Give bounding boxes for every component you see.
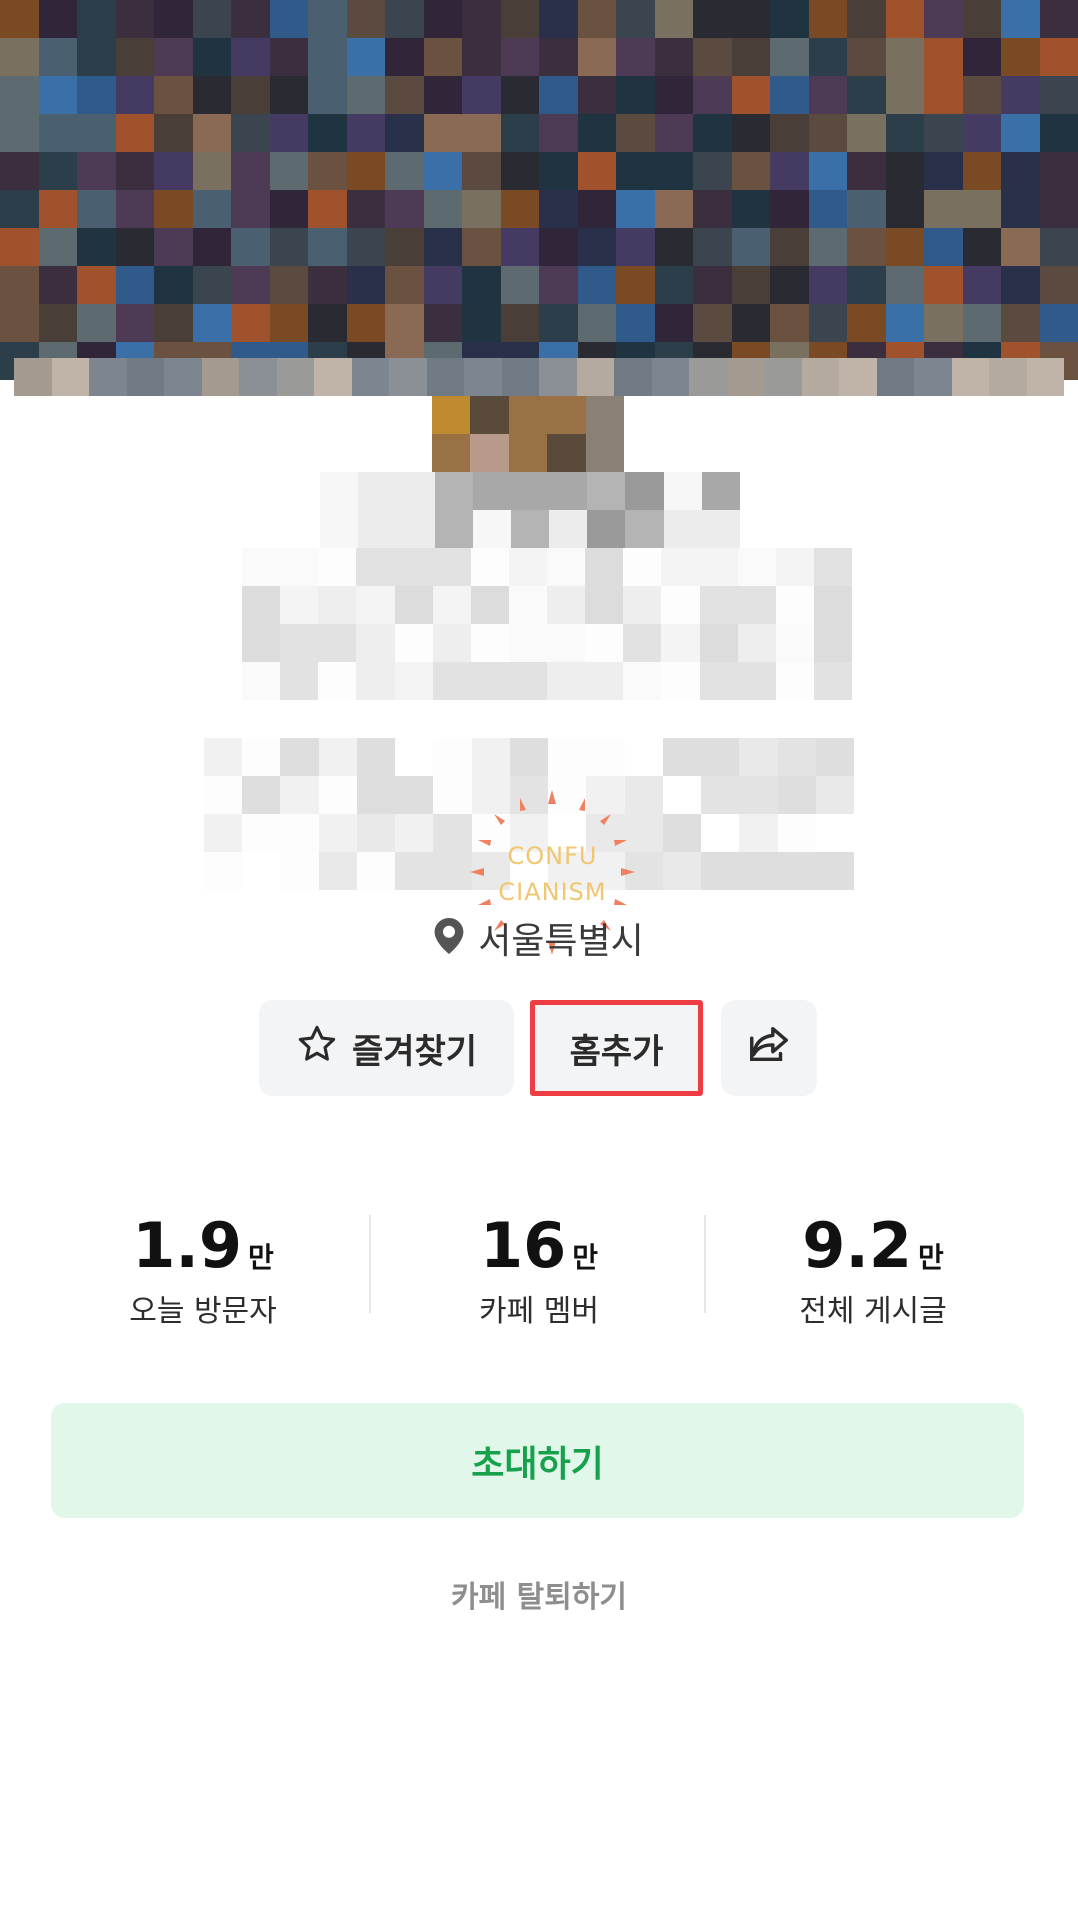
stat-value: 16 <box>479 1209 567 1282</box>
star-icon <box>296 1023 338 1074</box>
share-button[interactable] <box>721 1000 817 1096</box>
leave-cafe-link[interactable]: 카페 탈퇴하기 <box>0 1572 1078 1616</box>
cover-image-pixelated <box>0 0 1078 382</box>
home-add-label: 홈추가 <box>569 1031 664 1072</box>
stat-unit: 만 <box>572 1241 599 1274</box>
stat-today-visitors: 1.9 만 오늘 방문자 <box>38 1210 368 1330</box>
stat-cafe-members: 16 만 카페 멤버 <box>374 1210 704 1330</box>
profile-thumbnail-pixelated <box>432 396 624 472</box>
favorite-label: 즐겨찾기 <box>351 1031 478 1072</box>
map-pin-icon <box>434 918 464 958</box>
watermark-line-1: CONFU <box>507 842 598 870</box>
action-buttons: 즐겨찾기 홈추가 <box>0 1000 1078 1098</box>
invite-button[interactable]: 초대하기 <box>51 1403 1024 1518</box>
home-add-button[interactable]: 홈추가 <box>530 1000 703 1096</box>
stat-label: 전체 게시글 <box>799 1294 947 1329</box>
stat-label: 오늘 방문자 <box>129 1294 277 1329</box>
share-icon <box>746 1021 792 1076</box>
favorite-button[interactable]: 즐겨찾기 <box>259 1000 514 1096</box>
stat-value: 9.2 <box>802 1209 913 1282</box>
stat-unit: 만 <box>248 1241 274 1274</box>
stat-value: 1.9 <box>132 1209 243 1282</box>
stat-label: 카페 멤버 <box>479 1294 599 1329</box>
stat-unit: 만 <box>918 1241 944 1274</box>
stats-divider <box>704 1215 706 1313</box>
cafe-description-pixelated <box>242 548 852 700</box>
location-text: 서울특별시 <box>478 921 644 962</box>
cafe-stats: 1.9 만 오늘 방문자 16 만 카페 멤버 9.2 만 전체 게시글 <box>0 1210 1078 1330</box>
cover-image-bottom-strip <box>14 358 1064 396</box>
watermark-line-2: CIANISM <box>498 878 607 906</box>
stat-total-posts: 9.2 만 전체 게시글 <box>708 1210 1038 1330</box>
cafe-location: 서울특별시 <box>0 912 1078 964</box>
stats-divider <box>369 1215 371 1313</box>
cafe-name-pixelated <box>320 472 740 548</box>
